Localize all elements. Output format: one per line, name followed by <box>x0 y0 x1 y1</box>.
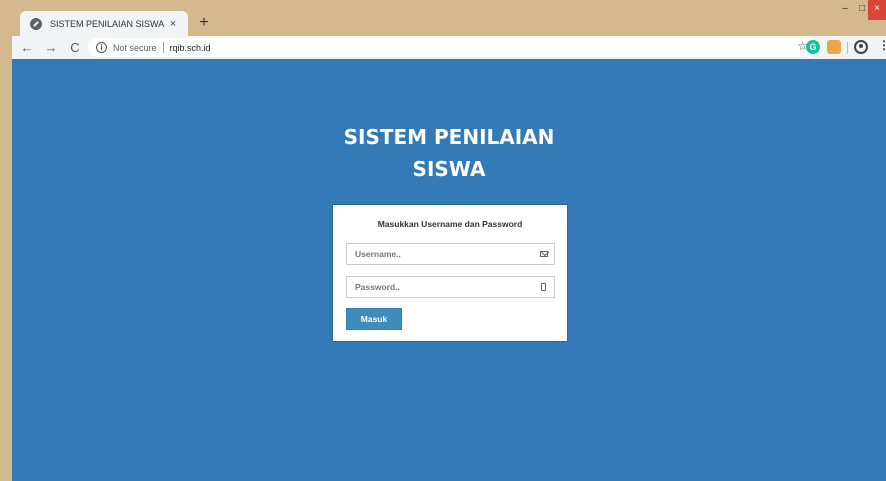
back-button[interactable]: ← <box>18 39 36 57</box>
extension-icon[interactable] <box>827 40 841 54</box>
close-tab-icon[interactable]: × <box>166 18 180 30</box>
info-icon[interactable]: i <box>96 42 107 53</box>
security-status: Not secure <box>113 42 157 53</box>
forward-button[interactable]: → <box>42 39 60 57</box>
username-field[interactable] <box>346 243 555 265</box>
envelope-icon <box>540 251 548 257</box>
page-viewport: SISTEM PENILAIAN SISWA Masukkan Username… <box>12 59 886 481</box>
lock-icon <box>541 283 546 291</box>
login-card-title: Masukkan Username dan Password <box>377 219 523 229</box>
password-field[interactable] <box>346 276 555 298</box>
grammarly-extension-icon[interactable]: G <box>806 40 820 54</box>
login-card: Masukkan Username dan Password Masuk <box>332 204 568 342</box>
browser-tab[interactable]: SISTEM PENILAIAN SISWA × <box>20 11 188 37</box>
address-bar[interactable]: i Not secure rqib.sch.id ☆ <box>88 38 818 57</box>
login-button[interactable]: Masuk <box>346 308 402 330</box>
browser-menu-icon[interactable]: ⋮ <box>878 38 886 52</box>
tab-title: SISTEM PENILAIAN SISWA <box>50 19 165 29</box>
browser-toolbar: ← → C i Not secure rqib.sch.id ☆ G ⋮ <box>12 36 886 59</box>
new-tab-button[interactable]: + <box>194 14 214 34</box>
close-window-button[interactable]: × <box>868 0 886 20</box>
profile-icon[interactable] <box>854 40 868 54</box>
toolbar-divider <box>847 42 848 54</box>
globe-icon <box>30 18 42 30</box>
browser-window: SISTEM PENILAIAN SISWA × + – □ × ← → C i… <box>0 0 886 481</box>
omnibox-divider <box>162 42 164 53</box>
page-title: SISTEM PENILAIAN SISWA <box>12 121 886 185</box>
tab-strip: SISTEM PENILAIAN SISWA × + <box>12 0 886 37</box>
username-input[interactable] <box>355 249 535 259</box>
page-title-line2: SISWA <box>412 157 486 181</box>
page-title-line1: SISTEM PENILAIAN <box>343 125 555 149</box>
password-input[interactable] <box>355 282 535 292</box>
url-text[interactable]: rqib.sch.id <box>170 43 211 53</box>
reload-button[interactable]: C <box>66 39 84 57</box>
